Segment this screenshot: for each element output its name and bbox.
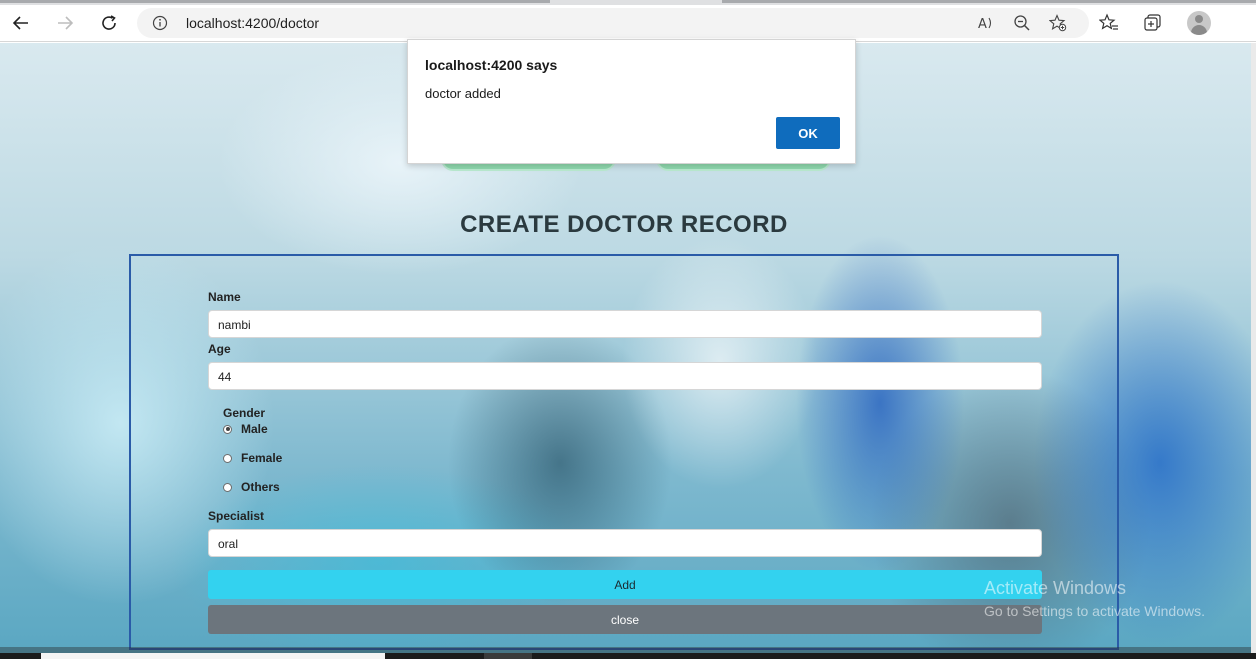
ok-button[interactable]: OK — [776, 117, 840, 149]
gender-option-male[interactable]: Male — [223, 422, 268, 436]
avatar-body — [1191, 25, 1207, 35]
refresh-button[interactable] — [94, 8, 124, 38]
address-bar[interactable]: localhost:4200/doctor A — [137, 8, 1089, 38]
profile-icon[interactable] — [1187, 11, 1211, 35]
radio-label-others: Others — [241, 480, 280, 494]
radio-others[interactable] — [223, 482, 232, 492]
close-button[interactable]: close — [208, 605, 1042, 634]
doctor-form: Name nambi Age 44 Gender Male Female Oth… — [129, 254, 1119, 650]
add-button[interactable]: Add — [208, 570, 1042, 599]
watermark-title: Activate Windows — [984, 578, 1127, 598]
forward-icon — [58, 16, 74, 30]
radio-label-female: Female — [241, 451, 283, 465]
watermark-subtitle: Go to Settings to activate Windows. — [984, 603, 1205, 619]
radio-label-male: Male — [241, 422, 268, 436]
refresh-icon — [102, 15, 116, 30]
tab-inactive[interactable] — [0, 0, 550, 3]
gender-option-others[interactable]: Others — [223, 480, 280, 494]
favorites-button[interactable] — [1097, 11, 1121, 35]
info-icon[interactable] — [152, 15, 168, 31]
radio-female[interactable] — [223, 453, 232, 463]
forward-button[interactable] — [50, 8, 80, 38]
taskbar-segment[interactable] — [484, 653, 532, 659]
specialist-label: Specialist — [208, 509, 265, 523]
age-label: Age — [208, 342, 231, 356]
tab-inactive[interactable] — [722, 0, 1256, 3]
scrollbar[interactable] — [1251, 43, 1256, 659]
name-label: Name — [208, 290, 241, 304]
svg-text:A: A — [978, 17, 987, 32]
favorites-icon — [1099, 13, 1118, 30]
avatar-head — [1195, 15, 1203, 23]
url-text[interactable]: localhost:4200/doctor — [186, 15, 319, 31]
read-aloud-icon[interactable]: A — [977, 14, 995, 32]
collections-button[interactable] — [1141, 11, 1165, 35]
alert-dialog: localhost:4200 says doctor added OK — [407, 39, 856, 164]
browser-toolbar: localhost:4200/doctor A — [0, 5, 1256, 42]
page-title: CREATE DOCTOR RECORD — [460, 211, 788, 238]
zoom-out-icon[interactable] — [1013, 14, 1031, 32]
back-icon — [12, 16, 28, 30]
windows-activation-watermark: Activate Windows Go to Settings to activ… — [984, 578, 1205, 619]
gender-label: Gender — [223, 406, 266, 420]
age-field[interactable]: 44 — [208, 362, 1042, 390]
back-button[interactable] — [6, 8, 36, 38]
collections-icon — [1144, 14, 1161, 31]
name-field[interactable]: nambi — [208, 310, 1042, 338]
alert-message: doctor added — [425, 86, 501, 101]
gender-option-female[interactable]: Female — [223, 451, 282, 465]
add-favorite-icon[interactable] — [1049, 14, 1067, 32]
taskbar — [0, 653, 1256, 659]
taskbar-segment[interactable] — [41, 653, 385, 659]
alert-title: localhost:4200 says — [425, 57, 558, 73]
radio-male[interactable] — [223, 424, 232, 434]
specialist-field[interactable]: oral — [208, 529, 1042, 557]
